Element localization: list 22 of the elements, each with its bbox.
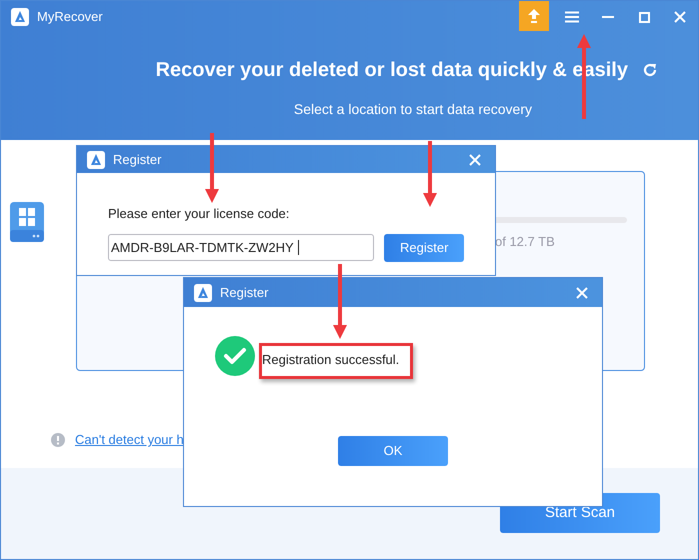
upload-icon <box>527 8 541 24</box>
dialog-title: Register <box>220 284 268 302</box>
app-logo-icon <box>11 8 29 26</box>
drive-icon <box>9 200 45 244</box>
license-code-field[interactable]: AMDR-B9LAR-TDMTK-ZW2HY <box>108 234 374 261</box>
register-button[interactable]: Register <box>384 234 464 262</box>
help-link[interactable]: Can't detect your h <box>75 430 184 450</box>
app-title: MyRecover <box>37 8 103 26</box>
page-subheading: Select a location to start data recovery <box>294 100 532 119</box>
app-logo-icon <box>87 150 105 168</box>
upgrade-button[interactable] <box>519 1 549 31</box>
drive-capacity: of 12.7 TB <box>495 233 555 251</box>
annotation-arrow <box>423 141 437 207</box>
annotation-arrow <box>205 133 219 203</box>
license-prompt: Please enter your license code: <box>108 205 290 223</box>
success-message: Registration successful. <box>262 351 400 369</box>
app-logo-icon <box>194 284 212 302</box>
success-check-icon <box>215 336 255 376</box>
dialog-title: Register <box>113 150 162 169</box>
refresh-icon[interactable] <box>642 62 658 78</box>
ok-button[interactable]: OK <box>338 436 448 466</box>
info-icon <box>51 432 65 447</box>
